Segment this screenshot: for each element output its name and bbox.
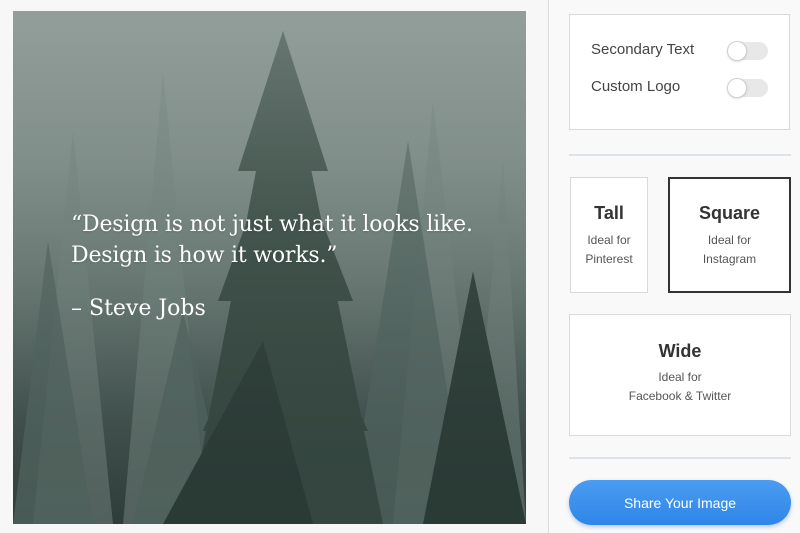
options-box: Secondary Text Custom Logo: [569, 14, 790, 130]
size-subtitle: Ideal for Pinterest: [585, 233, 633, 266]
quote-author: – Steve Jobs: [71, 296, 206, 321]
share-image-button[interactable]: Share Your Image: [569, 480, 791, 525]
size-option-tall[interactable]: Tall Ideal for Pinterest: [570, 177, 648, 293]
secondary-text-label: Secondary Text: [591, 41, 695, 58]
size-subtitle: Ideal for Facebook & Twitter: [628, 370, 732, 403]
settings-panel: Secondary Text Custom Logo Tall Ideal fo…: [549, 0, 800, 533]
custom-logo-toggle[interactable]: [727, 78, 768, 98]
secondary-text-option: Secondary Text: [591, 39, 771, 63]
section-divider: [569, 457, 791, 459]
size-title: Tall: [594, 203, 624, 223]
toggle-knob: [727, 41, 747, 61]
size-option-wide[interactable]: Wide Ideal for Facebook & Twitter: [569, 314, 791, 436]
canvas-area: “Design is not just what it looks like. …: [0, 0, 548, 533]
custom-logo-label: Custom Logo: [591, 78, 681, 95]
size-subtitle: Ideal for Instagram: [702, 233, 757, 266]
toggle-knob: [727, 78, 747, 98]
quote-text: “Design is not just what it looks like. …: [71, 212, 473, 268]
section-divider: [569, 154, 791, 156]
size-option-square[interactable]: Square Ideal for Instagram: [668, 177, 791, 293]
custom-logo-option: Custom Logo: [591, 76, 771, 100]
size-title: Square: [698, 203, 761, 223]
image-preview: “Design is not just what it looks like. …: [13, 11, 526, 524]
size-title: Wide: [658, 341, 702, 361]
secondary-text-toggle[interactable]: [727, 41, 768, 61]
